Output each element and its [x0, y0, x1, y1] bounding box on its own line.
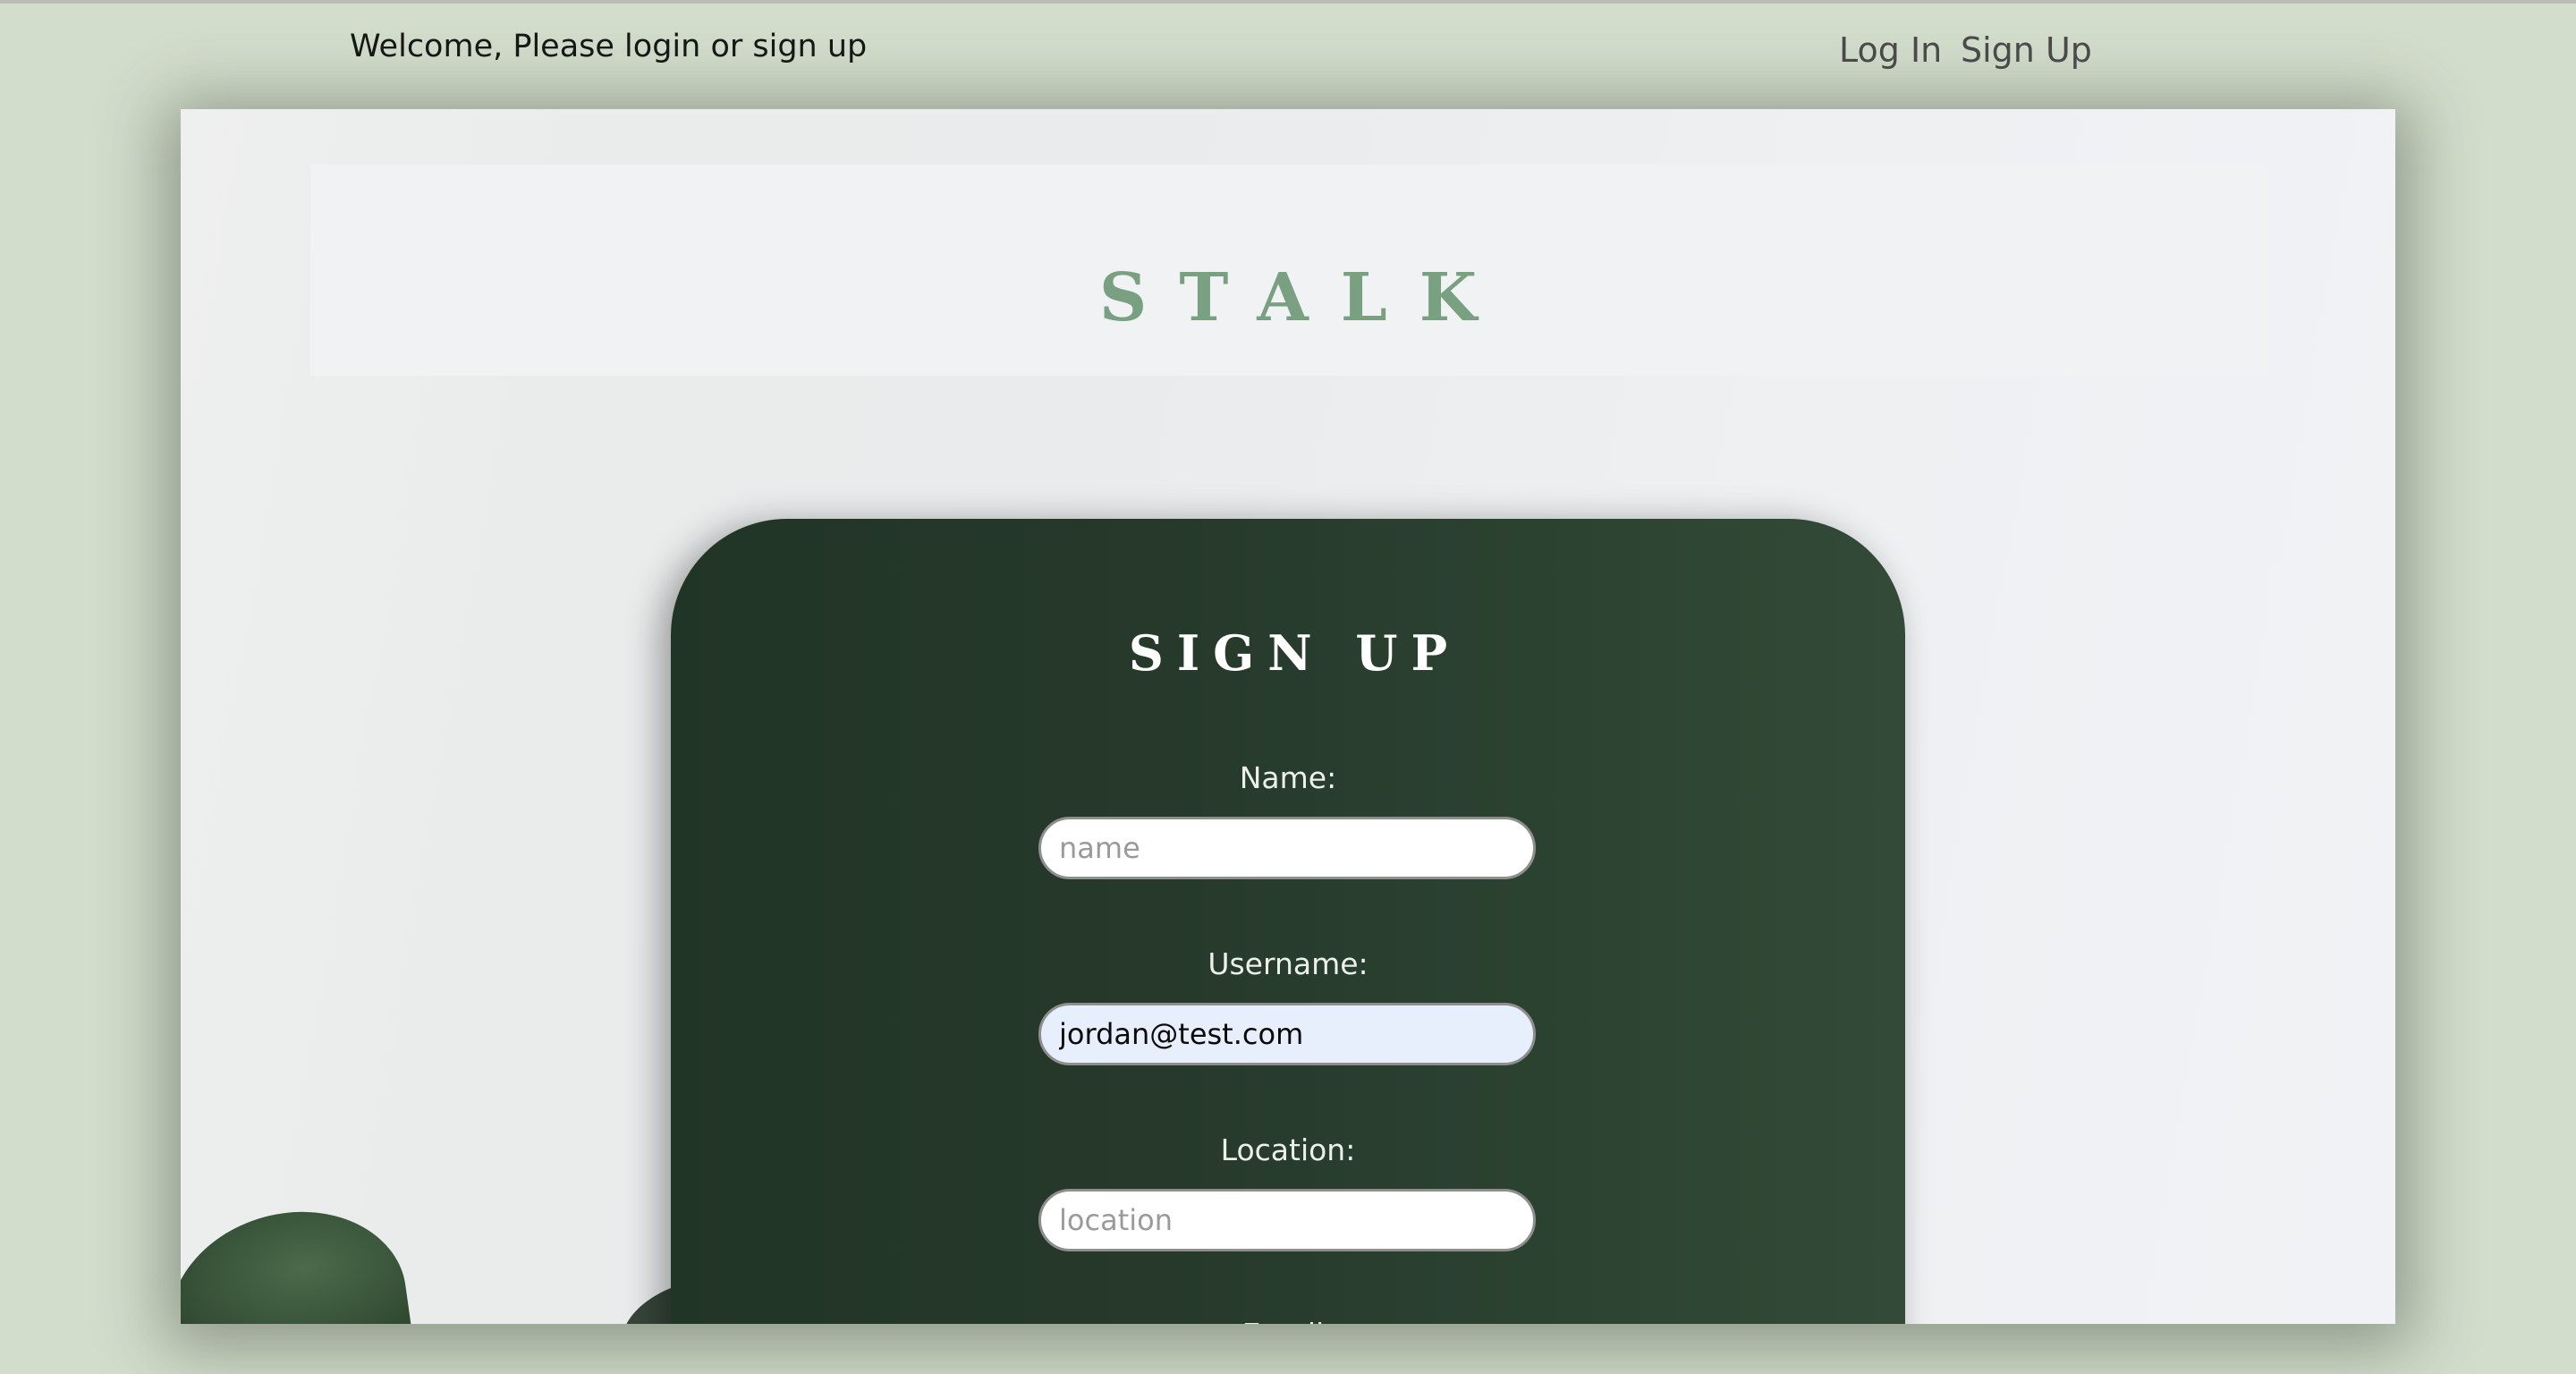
main-content-frame: STALK SIGN UP Name: Username: Location: … — [181, 109, 2395, 1324]
username-label: Username: — [1208, 946, 1368, 981]
username-input[interactable] — [1038, 1003, 1536, 1065]
plant-leaf-decoration — [181, 1197, 413, 1324]
name-input[interactable] — [1038, 817, 1536, 879]
name-label: Name: — [1239, 760, 1337, 795]
login-link[interactable]: Log In — [1839, 30, 1942, 70]
signup-link[interactable]: Sign Up — [1961, 30, 2092, 70]
welcome-message: Welcome, Please login or sign up — [350, 29, 868, 64]
location-input[interactable] — [1038, 1189, 1536, 1251]
signup-card: SIGN UP Name: Username: Location: Email: — [671, 519, 1905, 1324]
email-label: Email: — [671, 1317, 1905, 1324]
location-label: Location: — [1220, 1132, 1356, 1167]
signup-title: SIGN UP — [1128, 624, 1462, 682]
top-nav-bar: Welcome, Please login or sign up Log In … — [0, 4, 2576, 104]
brand-logo-text: STALK — [1098, 259, 1510, 336]
